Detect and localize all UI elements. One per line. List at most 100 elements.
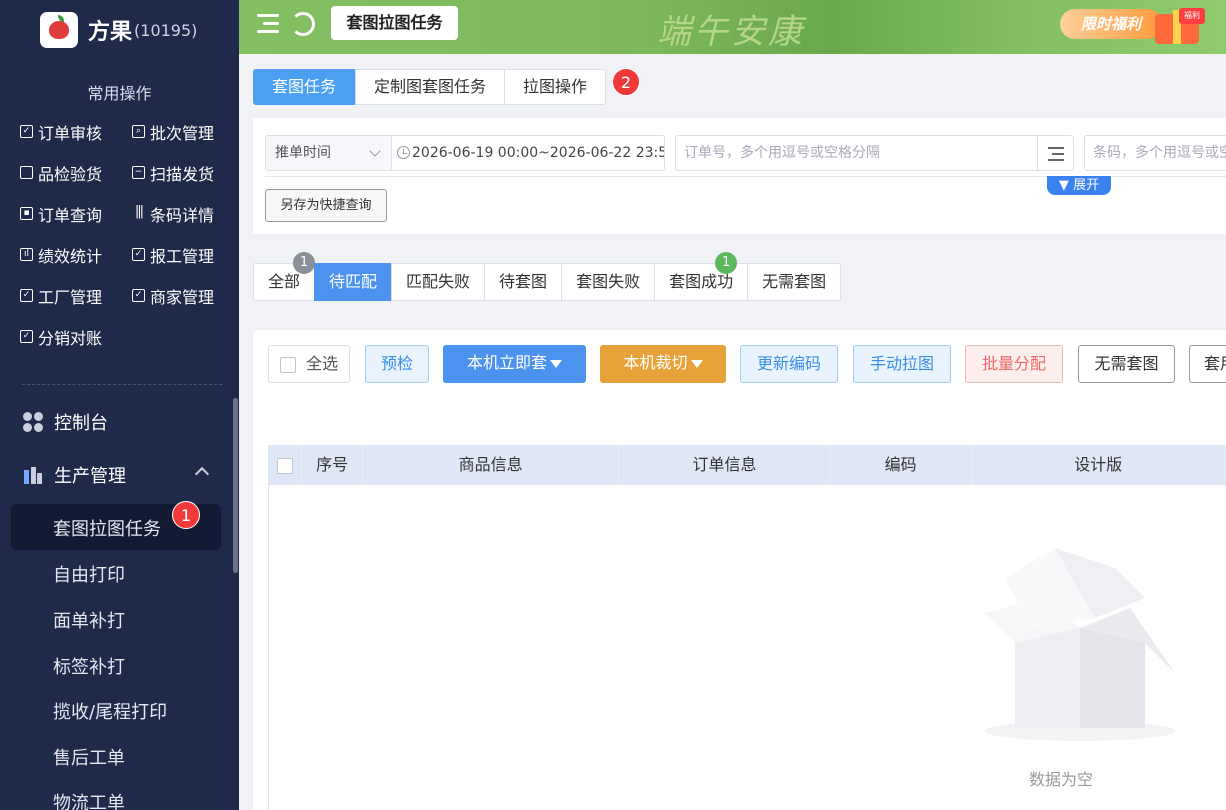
console-icon (22, 411, 44, 433)
quick-item-barcode[interactable]: ||| 条码详情 (132, 202, 230, 225)
quick-item-label: 分销对账 (38, 328, 103, 348)
tab-pull-operation[interactable]: 拉图操作 (504, 69, 607, 105)
quick-ops-grid: ✓ 订单审核 ⌕ 批次管理 品检验货 − 扫描发货 ▪ 订单查询 ||| 条码详情 ıl 绩… (20, 120, 230, 348)
status-tabs: 全部 1 待匹配 匹配失败 待套图 套图失败 套图成功 1 无需套图 (253, 252, 842, 301)
menu-toggle-icon[interactable] (257, 14, 279, 34)
nav-production[interactable]: 生产管理 (0, 461, 239, 489)
date-range-value: 2026-06-19 00:00~2026-06-22 23:59 (412, 145, 665, 161)
promo-button[interactable]: 限时福利 (1060, 9, 1162, 39)
local-apply-label: 本机立即套 (466, 353, 547, 372)
nav-sub-logistics[interactable]: 物流工单 (53, 789, 125, 810)
quick-ops-title: 常用操作 (87, 84, 152, 103)
nav-sub-label-reprint[interactable]: 标签补打 (53, 653, 125, 679)
quick-item-scan-ship[interactable]: − 扫描发货 (132, 161, 230, 184)
date-range-picker[interactable]: 2026-06-19 00:00~2026-06-22 23:59 (391, 135, 665, 171)
sidebar-scrollbar[interactable] (233, 398, 238, 573)
checkbox-icon: ✓ (132, 248, 145, 261)
checkbox-icon: ✓ (20, 330, 33, 343)
sidebar-divider (22, 384, 222, 385)
expand-filters-button[interactable]: ▼ 展开 (1047, 176, 1111, 195)
batch-input-button[interactable] (1037, 135, 1074, 171)
status-tab-label: 全部 (268, 272, 301, 291)
top-bar: 套图拉图任务 端午安康 限时福利 福利 (239, 0, 1226, 54)
count-badge-success: 1 (715, 252, 738, 274)
order-number-input[interactable]: 订单号，多个用逗号或空格分隔 (675, 135, 1038, 171)
quick-item-distribution[interactable]: ✓ 分销对账 (20, 325, 132, 348)
chart-icon: ıl (20, 248, 33, 261)
more-action-button[interactable]: 套用 (1189, 345, 1226, 383)
status-tab-pending-match[interactable]: 待匹配 (314, 263, 393, 301)
quick-item-label: 工厂管理 (38, 287, 103, 307)
nav-sub-free-print[interactable]: 自由打印 (53, 561, 125, 587)
time-type-select[interactable]: 推单时间 (265, 135, 391, 171)
empty-state-text: 数据为空 (1029, 770, 1094, 789)
header-code: 编码 (831, 445, 972, 485)
checkbox-icon: ✓ (20, 289, 33, 302)
checkbox-icon: ✓ (20, 125, 33, 138)
status-tab-set-failed[interactable]: 套图失败 (561, 263, 656, 301)
step-badge-2: 2 (612, 68, 640, 96)
quick-item-order-review[interactable]: ✓ 订单审核 (20, 120, 132, 143)
quick-item-inspect[interactable]: 品检验货 (20, 161, 132, 184)
nav-sub-pull-task[interactable]: 套图拉图任务 (53, 515, 161, 541)
header-design: 设计版 (972, 445, 1226, 485)
production-icon (22, 464, 44, 486)
barcode-input[interactable]: 条码，多个用逗号或空 (1084, 135, 1226, 171)
local-cut-label: 本机裁切 (623, 353, 688, 372)
scan-icon: − (132, 166, 145, 179)
status-tab-no-need[interactable]: 无需套图 (747, 263, 842, 301)
table-header: 序号 商品信息 订单信息 编码 设计版 (268, 445, 1226, 485)
select-all-label: 全选 (306, 354, 339, 373)
tab-set-image-task[interactable]: 套图任务 (253, 69, 356, 105)
quick-item-order-query[interactable]: ▪ 订单查询 (20, 202, 132, 225)
quick-item-label: 条码详情 (150, 205, 215, 225)
status-tab-set-success[interactable]: 套图成功 1 (654, 252, 749, 301)
nav-console[interactable]: 控制台 (0, 408, 239, 436)
quick-item-batch[interactable]: ⌕ 批次管理 (132, 120, 230, 143)
quick-item-label: 批次管理 (150, 123, 215, 143)
tab-custom-set-task[interactable]: 定制图套图任务 (355, 69, 506, 105)
search-doc-icon: ⌕ (132, 125, 145, 138)
status-tab-pending-set[interactable]: 待套图 (484, 263, 563, 301)
empty-box-icon (985, 548, 1175, 741)
brand[interactable]: 方果 (10195) (40, 12, 197, 48)
nav-sub-waybill-reprint[interactable]: 面单补打 (53, 607, 125, 633)
batch-assign-button[interactable]: 批量分配 (965, 345, 1063, 383)
brand-name: 方果 (88, 20, 133, 45)
query-icon: ▪ (20, 207, 33, 220)
local-cut-button[interactable]: 本机裁切 (600, 345, 726, 383)
local-apply-button[interactable]: 本机立即套 (443, 345, 586, 383)
gift-tag: 福利 (1179, 8, 1205, 24)
nav-sub-aftersale[interactable]: 售后工单 (53, 744, 125, 770)
manual-pull-button[interactable]: 手动拉图 (853, 345, 951, 383)
inspect-icon (20, 166, 33, 179)
page-tab-pull-task[interactable]: 套图拉图任务 (331, 6, 458, 40)
quick-item-merchant[interactable]: ✓ 商家管理 (132, 284, 230, 307)
nav-sub-pickup-print[interactable]: 揽收/尾程打印 (53, 698, 167, 724)
main-card: 全选 预检 本机立即套 本机裁切 更新编码 手动拉图 批量分配 无需套图 套用 … (253, 330, 1226, 810)
step-badge-1: 1 (172, 501, 200, 529)
header-select[interactable] (268, 445, 303, 485)
filter-panel: 推单时间 2026-06-19 00:00~2026-06-22 23:59 订… (253, 118, 1226, 234)
refresh-icon[interactable] (291, 12, 315, 36)
gift-icon[interactable]: 福利 (1151, 2, 1205, 46)
update-code-button[interactable]: 更新编码 (740, 345, 838, 383)
quick-item-work-report[interactable]: ✓ 报工管理 (132, 243, 230, 266)
status-tab-label: 套图成功 (669, 272, 734, 291)
count-badge-all: 1 (293, 252, 315, 274)
caret-down-icon (550, 359, 562, 368)
expand-label: 展开 (1073, 178, 1100, 193)
status-tab-match-failed[interactable]: 匹配失败 (391, 263, 486, 301)
no-need-set-button[interactable]: 无需套图 (1078, 345, 1175, 383)
quick-item-performance[interactable]: ıl 绩效统计 (20, 243, 132, 266)
quick-item-factory[interactable]: ✓ 工厂管理 (20, 284, 132, 307)
header-order: 订单信息 (619, 445, 831, 485)
chevron-up-icon[interactable] (194, 466, 210, 482)
status-tab-all[interactable]: 全部 1 (253, 252, 316, 301)
precheck-button[interactable]: 预检 (365, 345, 429, 383)
festival-banner: 端午安康 (657, 12, 805, 52)
quick-item-label: 订单审核 (38, 123, 103, 143)
select-all-checkbox[interactable]: 全选 (268, 345, 350, 383)
barcode-icon: ||| (134, 204, 144, 219)
save-quick-query-button[interactable]: 另存为快捷查询 (265, 189, 387, 222)
